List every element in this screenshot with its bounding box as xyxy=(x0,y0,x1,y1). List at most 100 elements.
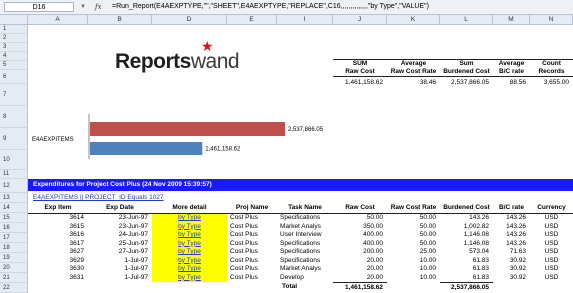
table-cell[interactable]: 3629 xyxy=(28,257,88,266)
row-header[interactable]: 8 xyxy=(0,106,28,128)
table-cell[interactable]: USD xyxy=(530,214,573,223)
more-detail-link[interactable]: by Type xyxy=(152,273,227,282)
column-header-d[interactable]: D xyxy=(152,15,227,25)
column-header-l[interactable]: L xyxy=(440,15,493,25)
table-cell[interactable]: 50.00 xyxy=(387,214,440,223)
table-cell[interactable]: User Interview xyxy=(277,231,336,240)
summary-value-avg-raw-cost-rate[interactable]: 38.46 xyxy=(387,78,440,88)
table-cell[interactable]: 61.83 xyxy=(440,265,493,274)
more-detail-link[interactable]: by Type xyxy=(152,265,227,274)
row-header[interactable]: 7 xyxy=(0,84,28,106)
table-cell[interactable]: Cost Plus xyxy=(227,214,280,223)
row-header[interactable]: 3 xyxy=(0,43,28,52)
table-header[interactable]: Task Name xyxy=(277,203,333,213)
table-cell[interactable]: Cost Plus xyxy=(227,257,280,266)
table-cell[interactable]: USD xyxy=(530,231,573,240)
filter-link[interactable]: E4AEXPITEMS || PROJECT_ID Equals 1027 xyxy=(33,193,164,203)
table-cell[interactable]: Develop xyxy=(277,274,336,283)
table-cell[interactable]: Specifications xyxy=(277,257,336,266)
row-header[interactable]: 15 xyxy=(0,213,28,223)
table-cell[interactable]: 3627 xyxy=(28,248,88,257)
table-cell[interactable]: 3630 xyxy=(28,265,88,274)
table-cell[interactable]: 30.92 xyxy=(493,265,530,274)
row-header[interactable]: 9 xyxy=(0,128,28,150)
table-header[interactable]: Exp Date xyxy=(88,203,152,213)
row-header[interactable]: 5 xyxy=(0,61,28,70)
table-header[interactable]: Exp Item xyxy=(28,203,88,213)
table-cell[interactable]: 50.00 xyxy=(387,231,440,240)
formula-input[interactable]: =Run_Report(E4AEXPTYPE,"","SHEET",E4AEXP… xyxy=(112,2,429,12)
more-detail-link[interactable]: by Type xyxy=(152,239,227,248)
table-cell[interactable]: Cost Plus xyxy=(227,231,280,240)
table-cell[interactable]: 61.83 xyxy=(440,257,493,266)
table-cell[interactable]: 10.00 xyxy=(387,274,440,283)
column-header-i[interactable]: I xyxy=(277,15,333,25)
table-cell[interactable]: 3617 xyxy=(28,240,88,249)
table-cell[interactable]: 1,002.82 xyxy=(440,223,493,232)
table-cell[interactable]: 25-Jun-97 xyxy=(88,240,152,249)
table-cell[interactable]: 1-Jul-97 xyxy=(88,257,152,266)
row-header[interactable]: 10 xyxy=(0,150,28,170)
column-header-b[interactable]: B xyxy=(88,15,152,25)
row-header[interactable]: 16 xyxy=(0,223,28,233)
name-box[interactable]: D16 xyxy=(4,2,74,12)
summary-value-avg-bc-rate[interactable]: 88.56 xyxy=(493,78,530,88)
table-cell[interactable]: Cost Plus xyxy=(227,265,280,274)
summary-value-sum-raw-cost[interactable]: 1,461,158.62 xyxy=(333,78,387,88)
row-header[interactable]: 21 xyxy=(0,273,28,283)
table-cell[interactable]: Cost Plus xyxy=(227,274,280,283)
table-cell[interactable]: 350.00 xyxy=(333,223,387,232)
table-header[interactable]: Burdened Cost xyxy=(440,203,493,213)
table-cell[interactable]: 25.00 xyxy=(387,248,440,257)
table-cell[interactable]: 143.26 xyxy=(493,240,530,249)
table-cell[interactable]: 3614 xyxy=(28,214,88,223)
row-header[interactable]: 4 xyxy=(0,52,28,61)
table-cell[interactable]: 3631 xyxy=(28,274,88,283)
table-cell[interactable]: 50.00 xyxy=(333,214,387,223)
table-cell[interactable]: Cost Plus xyxy=(227,240,280,249)
table-cell[interactable]: 143.26 xyxy=(493,223,530,232)
row-header[interactable]: 20 xyxy=(0,263,28,273)
table-cell[interactable]: 30.92 xyxy=(493,274,530,283)
table-cell[interactable]: 1,146.08 xyxy=(440,231,493,240)
table-header[interactable]: B/C rate xyxy=(493,203,530,213)
table-header[interactable]: Currency xyxy=(530,203,573,213)
table-cell[interactable]: USD xyxy=(530,223,573,232)
row-header[interactable]: 6 xyxy=(0,70,28,84)
table-cell[interactable]: 400.00 xyxy=(333,231,387,240)
table-header[interactable]: Raw Cost xyxy=(333,203,387,213)
total-burdened-cost[interactable]: 2,537,866.05 xyxy=(440,282,493,292)
more-detail-link[interactable]: by Type xyxy=(152,256,227,265)
summary-value-count-records[interactable]: 3,655.00 xyxy=(530,78,573,88)
table-cell[interactable]: Cost Plus xyxy=(227,223,280,232)
table-header[interactable]: More detail xyxy=(152,203,227,213)
column-header-n[interactable]: N xyxy=(530,15,573,25)
column-header-a[interactable]: A xyxy=(28,15,88,25)
table-cell[interactable]: 50.00 xyxy=(387,223,440,232)
more-detail-link[interactable]: by Type xyxy=(152,222,227,231)
table-cell[interactable]: USD xyxy=(530,265,573,274)
table-cell[interactable]: 27-Jun-97 xyxy=(88,248,152,257)
row-header[interactable]: 13 xyxy=(0,193,28,203)
table-cell[interactable]: 3616 xyxy=(28,231,88,240)
row-header[interactable]: 19 xyxy=(0,253,28,263)
table-cell[interactable]: Specifications xyxy=(277,248,336,257)
row-header[interactable]: 17 xyxy=(0,233,28,243)
table-cell[interactable]: 573.04 xyxy=(440,248,493,257)
table-cell[interactable]: USD xyxy=(530,240,573,249)
table-cell[interactable]: 10.00 xyxy=(387,265,440,274)
table-cell[interactable]: 30.92 xyxy=(493,257,530,266)
table-cell[interactable]: 143.26 xyxy=(493,214,530,223)
table-cell[interactable]: 61.83 xyxy=(440,274,493,283)
table-cell[interactable]: 24-Jun-97 xyxy=(88,231,152,240)
table-header[interactable]: Proj Name xyxy=(227,203,277,213)
row-header[interactable]: 14 xyxy=(0,203,28,213)
table-cell[interactable]: 71.63 xyxy=(493,248,530,257)
table-cell[interactable]: 200.00 xyxy=(333,248,387,257)
table-cell[interactable]: 143.26 xyxy=(440,214,493,223)
column-header-m[interactable]: M xyxy=(493,15,530,25)
column-header-e[interactable]: E xyxy=(227,15,277,25)
table-cell[interactable]: USD xyxy=(530,274,573,283)
table-cell[interactable]: 1-Jul-97 xyxy=(88,265,152,274)
table-header[interactable]: Raw Cost Rate xyxy=(387,203,440,213)
